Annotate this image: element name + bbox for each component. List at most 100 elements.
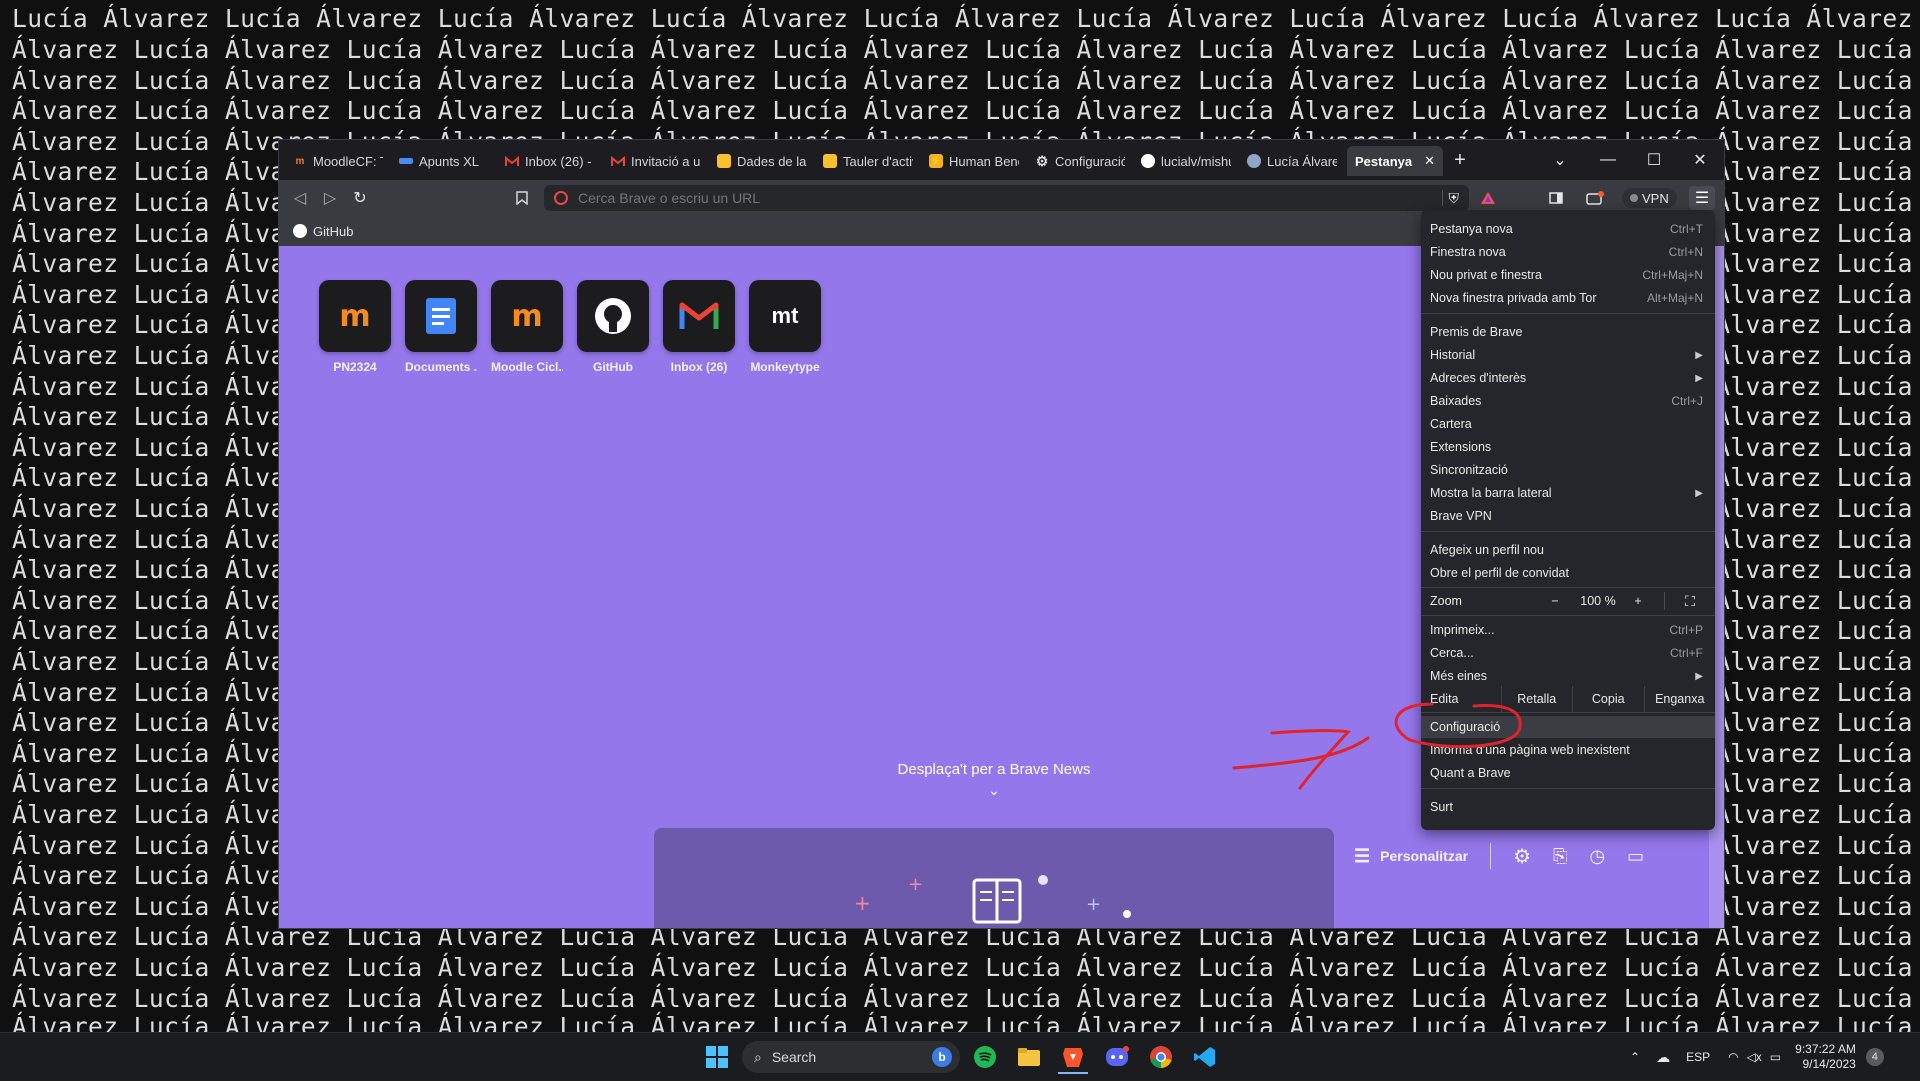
clock-time: 9:37:22 AM — [1795, 1042, 1856, 1056]
menu-item-guest-profile[interactable]: Obre el perfil de convidat — [1421, 562, 1715, 584]
settings-gear-icon[interactable]: ⚙ — [1513, 844, 1531, 869]
menu-item-downloads[interactable]: Baixades Ctrl+J — [1421, 390, 1715, 412]
top-site-tile[interactable]: Inbox (26) — [663, 280, 735, 374]
wallet-button[interactable] — [1582, 186, 1608, 210]
menu-item-sidebar[interactable]: Mostra la barra lateral ▶ — [1421, 482, 1715, 504]
top-site-tile[interactable]: Documents ... — [405, 280, 477, 374]
svg-text:+: + — [854, 891, 871, 915]
minimize-button[interactable]: — — [1585, 146, 1631, 174]
menu-item-tor-window[interactable]: Nova finestra privada amb Tor Alt+Maj+N — [1421, 287, 1715, 309]
tab[interactable]: ⚙ Configuració — [1027, 146, 1133, 176]
tab-label: Pestanya nova — [1355, 153, 1414, 169]
url-input[interactable] — [576, 189, 1360, 207]
tab[interactable]: Inbox (26) - lu — [497, 146, 603, 176]
top-site-label: Monkeytype — [750, 360, 820, 374]
wallpaper-text-line: Álvarez Lucía Álvarez Lucía Álvarez Lucí… — [12, 1012, 1920, 1032]
copy-button[interactable]: Copia — [1572, 686, 1644, 712]
search-label: Search — [771, 1049, 817, 1065]
brave-rewards-button[interactable] — [1475, 186, 1501, 210]
paste-button[interactable]: Enganxa — [1643, 686, 1716, 712]
top-site-tile[interactable]: mt Monkeytype — [749, 280, 821, 374]
sliders-icon: ☰ — [1354, 845, 1371, 866]
file-explorer-icon[interactable] — [1014, 1042, 1044, 1072]
menu-item-vpn[interactable]: Brave VPN — [1421, 505, 1715, 527]
wifi-icon[interactable]: ◠ — [1728, 1050, 1738, 1064]
menu-separator — [1421, 615, 1715, 616]
wallpaper-text-line: Álvarez Lucía Álvarez Lucía Álvarez Lucí… — [12, 66, 1920, 95]
top-site-tile[interactable]: GitHub — [577, 280, 649, 374]
tab-active[interactable]: Pestanya nova ✕ — [1347, 146, 1443, 176]
divider — [1490, 843, 1492, 869]
clock[interactable]: 9:37:22 AM 9/14/2023 — [1795, 1042, 1856, 1072]
menu-item-sync[interactable]: Sincronització — [1421, 459, 1715, 481]
menu-item-rewards[interactable]: Premis de Brave — [1421, 321, 1715, 343]
tab[interactable]: Invitació a un — [603, 146, 709, 176]
back-button[interactable]: ◁ — [287, 186, 313, 210]
language-indicator[interactable]: ESP — [1686, 1050, 1710, 1064]
start-button[interactable] — [702, 1042, 732, 1072]
top-site-tile[interactable]: m Moodle Cicl... — [491, 280, 563, 374]
speaker-muted-icon[interactable]: ◁x — [1747, 1050, 1762, 1064]
bookmark-page-button[interactable] — [509, 186, 535, 210]
customize-button[interactable]: ☰ Personalitzar — [1354, 846, 1468, 867]
chrome-icon[interactable] — [1146, 1042, 1176, 1072]
fullscreen-icon[interactable]: ⛶ — [1677, 593, 1703, 610]
zoom-in-button[interactable]: + — [1624, 594, 1652, 608]
rewards-triangle-icon — [1481, 192, 1495, 204]
tab[interactable]: Tauler d'activ — [815, 146, 921, 176]
menu-item-new-tab[interactable]: Pestanya nova Ctrl+T — [1421, 218, 1715, 240]
cloud-icon[interactable]: ☁ — [1656, 1049, 1670, 1066]
tab[interactable]: m MoodleCF: Tc — [285, 146, 391, 176]
reload-button[interactable]: ↻ — [347, 186, 373, 210]
tab-search-chevron-icon[interactable]: ⌄ — [1537, 146, 1583, 174]
menu-item-add-profile[interactable]: Afegeix un perfil nou — [1421, 539, 1715, 561]
close-icon[interactable]: ✕ — [1424, 153, 1435, 169]
menu-item-new-window[interactable]: Finestra nova Ctrl+N — [1421, 241, 1715, 263]
vscode-icon[interactable] — [1190, 1042, 1220, 1072]
top-site-tile[interactable]: m PN2324 — [319, 280, 391, 374]
tab[interactable]: lucialv/mishu — [1133, 146, 1239, 176]
brave-taskbar-icon[interactable] — [1058, 1042, 1088, 1074]
moodle-icon: m — [491, 280, 563, 352]
menu-item-find[interactable]: Cerca... Ctrl+F — [1421, 642, 1715, 664]
taskbar-search[interactable]: ⌕ Search b — [742, 1041, 960, 1073]
menu-item-private-window[interactable]: Nou privat e finestra Ctrl+Maj+N — [1421, 264, 1715, 286]
history-icon[interactable]: ◷ — [1589, 846, 1605, 867]
menu-item-bookmarks[interactable]: Adreces d'interès ▶ — [1421, 367, 1715, 389]
tab[interactable]: Dades de la t — [709, 146, 815, 176]
video-call-icon[interactable]: ▭ — [1627, 846, 1644, 867]
close-window-button[interactable]: ✕ — [1677, 146, 1723, 174]
notification-badge[interactable]: 4 — [1865, 1048, 1884, 1066]
tab[interactable]: ⚡ Human Bench — [921, 146, 1027, 176]
tab-label: Configuració — [1055, 153, 1125, 169]
tab[interactable]: Apunts XL — [391, 146, 497, 176]
maximize-button[interactable]: ☐ — [1631, 146, 1677, 174]
bookmarks-icon[interactable]: ⎘ — [1553, 846, 1567, 867]
new-tab-button[interactable]: + — [1445, 146, 1475, 174]
bookmark-icon — [516, 191, 528, 205]
menu-item-extensions[interactable]: Extensions — [1421, 436, 1715, 458]
chevron-right-icon: ▶ — [1695, 349, 1703, 361]
vpn-button[interactable]: VPN — [1622, 188, 1677, 208]
battery-icon[interactable]: ▭ — [1770, 1050, 1781, 1064]
menu-item-more-tools[interactable]: Més eines ▶ — [1421, 665, 1715, 687]
discord-icon[interactable] — [1102, 1042, 1132, 1072]
address-bar[interactable]: ⛨ — [544, 185, 1469, 211]
menu-item-print[interactable]: Imprimeix... Ctrl+P — [1421, 619, 1715, 641]
divider — [1441, 190, 1443, 206]
main-menu-button[interactable]: ☰ — [1689, 186, 1715, 210]
bookmark-github[interactable]: GitHub — [293, 221, 353, 241]
zoom-out-button[interactable]: − — [1538, 594, 1572, 608]
red-annotation-overlay — [1232, 702, 1522, 790]
brave-shields-icon[interactable]: ⛨ — [1449, 190, 1460, 207]
menu-item-wallet[interactable]: Cartera — [1421, 413, 1715, 435]
monkeytype-icon: mt — [749, 280, 821, 352]
chevron-up-icon[interactable]: ⌃ — [1630, 1050, 1640, 1064]
windows-logo-icon — [706, 1046, 728, 1068]
tab-label: MoodleCF: Tc — [313, 153, 383, 169]
spotify-icon[interactable] — [970, 1042, 1000, 1072]
forward-button[interactable]: ▷ — [317, 186, 343, 210]
tab[interactable]: Lucía Álvarez — [1239, 146, 1345, 176]
menu-item-history[interactable]: Historial ▶ — [1421, 344, 1715, 366]
sidebar-toggle-button[interactable] — [1543, 186, 1569, 210]
